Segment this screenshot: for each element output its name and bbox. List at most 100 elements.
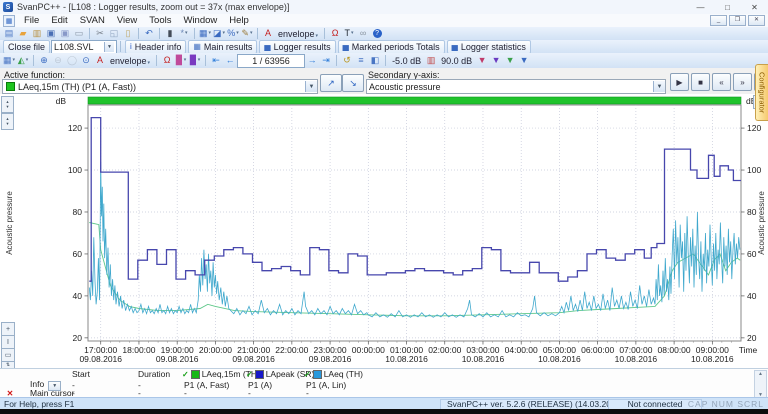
chevron-down-icon[interactable]: ▼ <box>305 81 317 92</box>
menu-window[interactable]: Window <box>177 15 223 27</box>
refresh-icon[interactable]: ↺ <box>340 55 354 67</box>
marker-tool-4-icon[interactable]: ▼ <box>517 55 531 67</box>
marked-periods-totals-button[interactable]: ▅Marked periods Totals <box>338 40 445 54</box>
marker-tool-2-icon[interactable]: ▼ <box>489 55 503 67</box>
save-as-file-icon[interactable]: ▣ <box>58 28 72 40</box>
document-icon[interactable]: ▦ <box>3 15 15 27</box>
cursor-tool-icon[interactable]: I <box>1 335 15 349</box>
file-selector-combo[interactable]: L108.SVL▼ <box>51 40 117 54</box>
logger-statistics-icon: ▅ <box>452 43 458 51</box>
mdi-minimize-button[interactable]: _ <box>710 15 727 26</box>
panel-scrollbar[interactable]: ▲▼ <box>754 370 767 399</box>
y-axis-lower-spinner[interactable]: ▴▾ <box>1 113 14 130</box>
close-file-button[interactable]: Close file <box>3 40 50 54</box>
legend-entry-2[interactable]: ✓LAeq (TH) <box>304 369 366 379</box>
first-record-icon[interactable]: ⇤ <box>209 55 223 67</box>
help-icon[interactable]: ? <box>370 28 384 40</box>
palette-1-icon[interactable]: ▉ <box>174 55 188 67</box>
palette-2-icon[interactable]: ▉ <box>188 55 202 67</box>
y-axis-upper-spinner[interactable]: ▴▾ <box>1 96 14 113</box>
grid-options-icon[interactable]: ≡ <box>354 55 368 67</box>
secondary-axis-select[interactable]: Acoustic pressure ▼ <box>366 79 666 94</box>
marker-pin-icon[interactable]: ▮ <box>163 28 177 40</box>
svg-text:100: 100 <box>68 165 82 175</box>
cut-icon[interactable]: ✂ <box>93 28 107 40</box>
toolbar-separator <box>120 41 121 52</box>
menu-edit[interactable]: Edit <box>45 15 73 27</box>
logger-results-button[interactable]: ▅Logger results <box>259 40 335 54</box>
svan-logo-icon[interactable]: Ω <box>328 28 342 40</box>
envelope-mode-label[interactable]: envelope <box>110 56 150 66</box>
zoom-selection-icon[interactable]: ◯ <box>65 55 79 67</box>
offset-value[interactable]: -5.0 dB <box>392 56 421 66</box>
zoom-out-icon[interactable]: ⊖ <box>51 55 65 67</box>
menu-tools[interactable]: Tools <box>143 15 177 27</box>
table-layout-icon[interactable]: ▦ <box>2 55 16 67</box>
chart-svg[interactable]: 120120100100808060604040202017:00:0009.0… <box>0 94 768 368</box>
table-chart-split-icon[interactable]: ◧ <box>368 55 382 67</box>
prev-record-icon[interactable]: ← <box>223 55 237 67</box>
envelope-function-icon[interactable]: A <box>261 28 275 40</box>
svan-analysis-icon[interactable]: Ω <box>160 55 174 67</box>
undo-icon[interactable]: ↶ <box>142 28 156 40</box>
header-info-button[interactable]: iHeader info <box>125 40 186 54</box>
chevron-down-icon[interactable]: ▼ <box>104 42 114 52</box>
active-function-select[interactable]: LAeq,15m (TH) (P1 (A, Fast)) ▼ <box>2 79 318 94</box>
close-button[interactable]: ✕ <box>741 0 768 14</box>
menu-help[interactable]: Help <box>223 15 255 27</box>
last-record-icon[interactable]: ⇥ <box>319 55 333 67</box>
check-icon[interactable]: ✓ <box>182 370 189 379</box>
edit-view-icon[interactable]: ✎ <box>240 28 254 40</box>
scroll-up-icon[interactable]: ▲ <box>755 371 766 377</box>
chevron-down-icon[interactable]: ▼ <box>653 81 665 92</box>
copy-icon[interactable]: ◱ <box>107 28 121 40</box>
paste-icon[interactable]: ▯ <box>121 28 135 40</box>
offset-adjust-icon[interactable]: ▥ <box>424 55 438 67</box>
logger-statistics-button[interactable]: ▅Logger statistics <box>447 40 531 54</box>
fast-forward-button[interactable]: » <box>733 73 752 91</box>
range-value[interactable]: 90.0 dB <box>441 56 472 66</box>
marker-tool-3-icon[interactable]: ▼ <box>503 55 517 67</box>
check-icon[interactable]: ✓ <box>304 370 311 379</box>
main-results-button[interactable]: ▦Main results <box>188 40 257 54</box>
save-file-icon[interactable]: ▣ <box>44 28 58 40</box>
legend-entry-0[interactable]: ✓LAeq,15m (TH) <box>182 369 246 379</box>
rewind-button[interactable]: « <box>712 73 731 91</box>
menu-file[interactable]: File <box>18 15 45 27</box>
menu-bar: ▦ FileEditSVANViewToolsWindowHelp _ ❒ ✕ <box>0 14 768 28</box>
menu-svan[interactable]: SVAN <box>74 15 111 27</box>
chart-layout-icon[interactable]: ◭ <box>16 55 30 67</box>
stop-button[interactable]: ■ <box>691 73 710 91</box>
next-record-icon[interactable]: → <box>305 55 319 67</box>
open-svan-file-icon[interactable]: ▥ <box>30 28 44 40</box>
configurator-tab[interactable]: Configurator <box>755 64 768 121</box>
function-chart-up-button[interactable]: ↗ <box>320 74 342 92</box>
marker-tool-1-icon[interactable]: ▼ <box>475 55 489 67</box>
zoom-reset-icon[interactable]: ⊙ <box>79 55 93 67</box>
envelope-label[interactable]: envelope <box>278 29 318 39</box>
text-note-icon[interactable]: T <box>342 28 356 40</box>
record-counter-field[interactable]: 1 / 63956 <box>237 54 305 68</box>
menu-view[interactable]: View <box>111 15 143 27</box>
open-file-icon[interactable]: ▰ <box>16 28 30 40</box>
envelope-min-icon[interactable]: A <box>93 55 107 67</box>
maximize-button[interactable]: □ <box>714 0 741 14</box>
chart-view-icon[interactable]: ◪ <box>212 28 226 40</box>
function-chart-down-button[interactable]: ↘ <box>342 74 364 92</box>
svg-text:08:00:00: 08:00:00 <box>658 345 691 355</box>
play-button[interactable]: ▶ <box>670 73 689 91</box>
settings-export-icon[interactable]: * <box>177 28 191 40</box>
link-chart-icon[interactable]: ∞ <box>356 28 370 40</box>
zoom-box-tool-icon[interactable]: ▭ <box>1 348 15 362</box>
print-icon[interactable]: ▭ <box>72 28 86 40</box>
pan-tool-icon[interactable]: + <box>1 322 15 336</box>
legend-entry-1[interactable]: ✓LApeak (SR) <box>246 369 304 379</box>
new-file-icon[interactable]: ▤ <box>2 28 16 40</box>
table-view-icon[interactable]: ▦ <box>198 28 212 40</box>
statistics-view-icon[interactable]: % <box>226 28 240 40</box>
mdi-close-button[interactable]: ✕ <box>748 15 765 26</box>
zoom-in-icon[interactable]: ⊕ <box>37 55 51 67</box>
check-icon[interactable]: ✓ <box>246 370 253 379</box>
minimize-button[interactable]: — <box>687 0 714 14</box>
mdi-restore-button[interactable]: ❒ <box>729 15 746 26</box>
